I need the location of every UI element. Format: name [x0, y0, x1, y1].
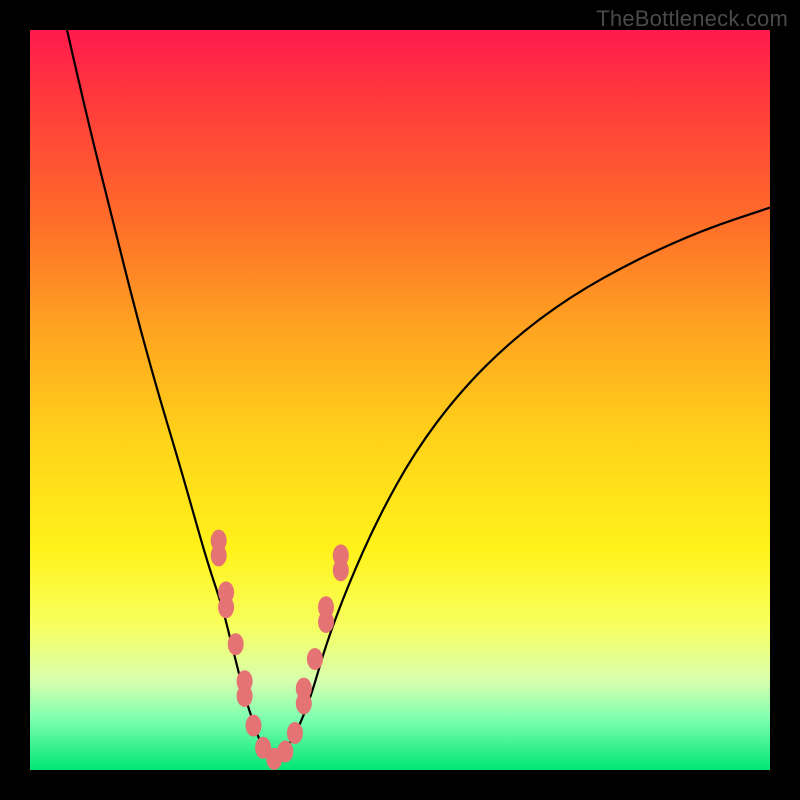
- bead-marker: [218, 596, 234, 618]
- chart-plot-area: [30, 30, 770, 770]
- bead-marker: [228, 633, 244, 655]
- bead-marker: [296, 678, 312, 700]
- watermark-text: TheBottleneck.com: [596, 6, 788, 32]
- bead-marker: [277, 741, 293, 763]
- bead-marker: [307, 648, 323, 670]
- bead-marker: [318, 596, 334, 618]
- bead-marker: [237, 685, 253, 707]
- bead-markers-group: [211, 530, 349, 770]
- bottleneck-curve-line: [67, 30, 770, 761]
- bead-marker: [211, 544, 227, 566]
- bead-marker: [245, 715, 261, 737]
- bead-marker: [333, 544, 349, 566]
- chart-svg: [30, 30, 770, 770]
- bead-marker: [287, 722, 303, 744]
